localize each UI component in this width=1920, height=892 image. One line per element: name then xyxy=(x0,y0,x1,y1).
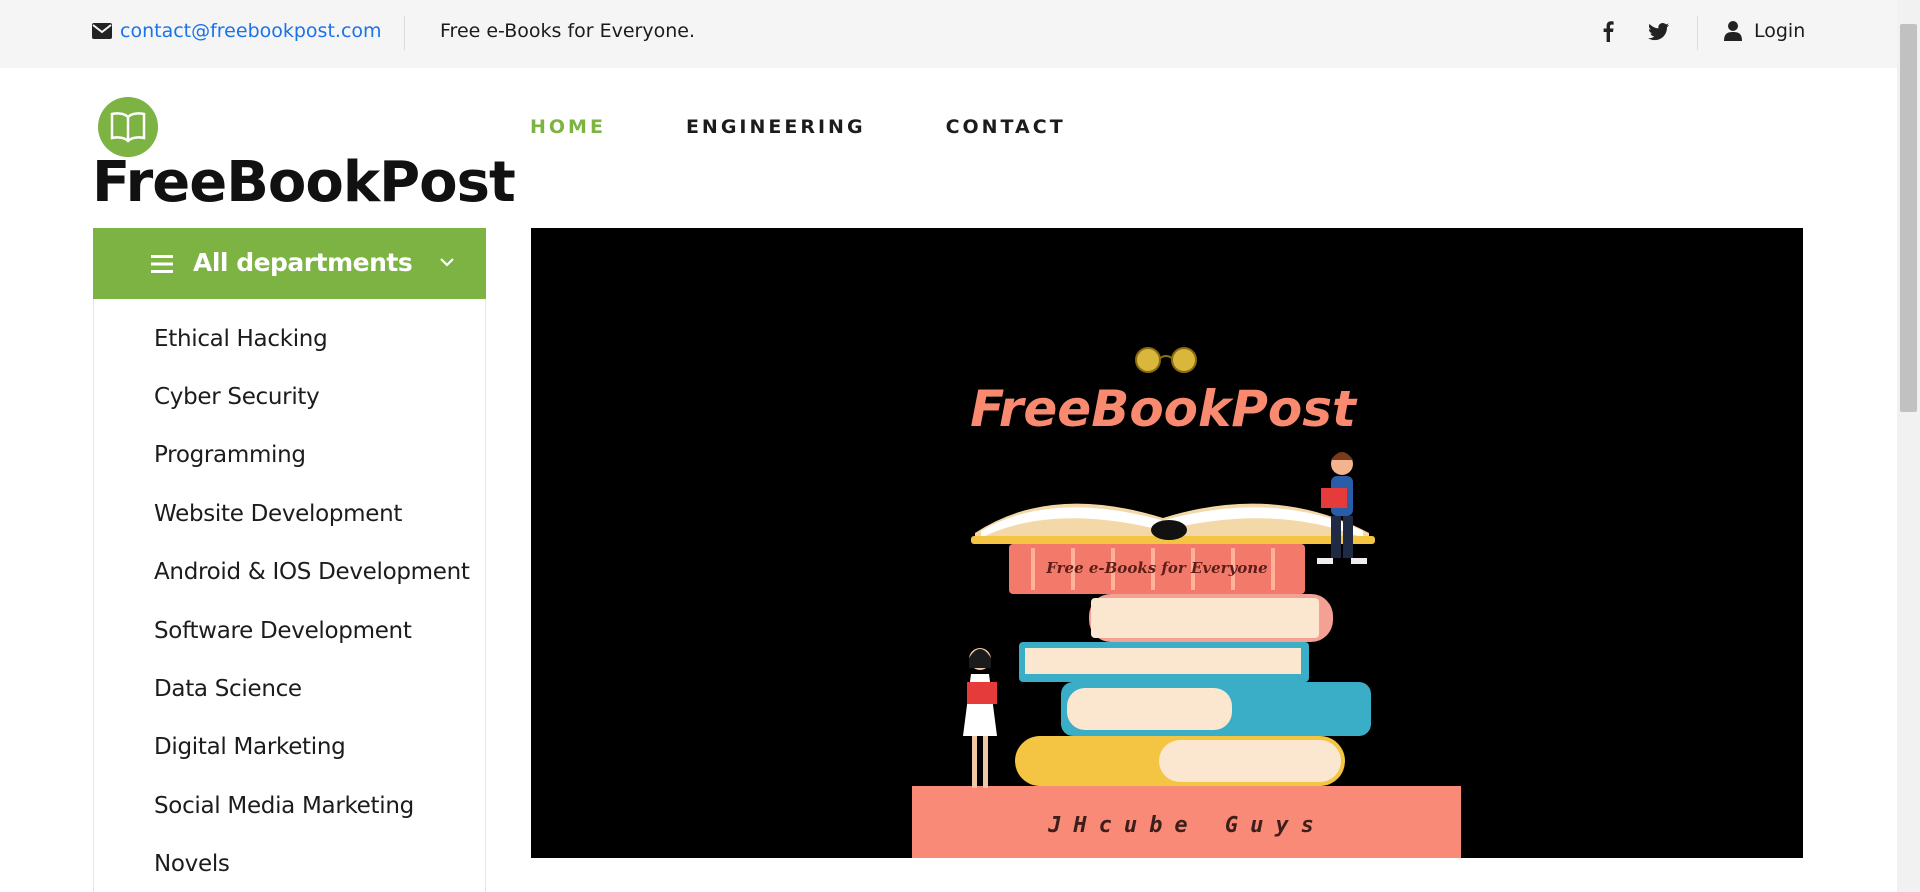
hero-base-text: JHcube Guys xyxy=(1047,813,1326,838)
hero-banner[interactable]: FreeBookPost Free e-Books for Everyone J xyxy=(531,228,1803,858)
department-item[interactable]: Cyber Security xyxy=(154,384,320,410)
chevron-down-icon xyxy=(440,258,454,267)
login-label: Login xyxy=(1754,20,1806,42)
departments-list: Ethical Hacking Cyber Security Programmi… xyxy=(93,299,486,892)
nav-contact[interactable]: CONTACT xyxy=(946,116,1066,138)
contact-email-group[interactable]: contact@freebookpost.com xyxy=(92,20,382,42)
departments-title: All departments xyxy=(193,248,413,277)
department-item[interactable]: Software Development xyxy=(154,618,412,644)
site-tagline: Free e-Books for Everyone. xyxy=(440,20,696,42)
hero-brand-text: FreeBookPost xyxy=(970,380,1358,438)
divider xyxy=(404,16,405,50)
user-icon xyxy=(1724,21,1742,41)
department-item[interactable]: Android & IOS Development xyxy=(154,559,470,585)
department-item[interactable]: Ethical Hacking xyxy=(154,326,328,352)
twitter-icon[interactable] xyxy=(1648,22,1670,42)
envelope-icon xyxy=(92,23,112,39)
site-logo-text[interactable]: FreeBookPost xyxy=(92,150,516,215)
hero-illustration: FreeBookPost Free e-Books for Everyone J xyxy=(912,347,1461,858)
divider xyxy=(1697,16,1698,50)
main-nav: HOME ENGINEERING CONTACT xyxy=(530,116,1146,138)
open-book-illustration xyxy=(971,503,1375,544)
nav-home[interactable]: HOME xyxy=(530,116,606,138)
department-item[interactable]: Website Development xyxy=(154,501,402,527)
department-item[interactable]: Social Media Marketing xyxy=(154,793,414,819)
department-item[interactable]: Novels xyxy=(154,851,230,877)
girl-reading-figure xyxy=(963,648,997,788)
book-stack-illustration: Free e-Books for Everyone xyxy=(1009,544,1371,786)
logo-badge[interactable] xyxy=(98,97,158,157)
hamburger-icon xyxy=(151,255,173,273)
contact-email-link[interactable]: contact@freebookpost.com xyxy=(120,20,382,42)
top-bar: contact@freebookpost.com Free e-Books fo… xyxy=(0,0,1897,68)
scrollbar-thumb[interactable] xyxy=(1900,24,1917,412)
book-label-text: Free e-Books for Everyone xyxy=(1045,559,1267,577)
all-departments-toggle[interactable]: All departments xyxy=(93,228,486,299)
department-item[interactable]: Programming xyxy=(154,442,306,468)
department-item[interactable]: Data Science xyxy=(154,676,302,702)
open-book-icon xyxy=(110,112,146,143)
login-link[interactable]: Login xyxy=(1724,20,1805,42)
glasses-icon xyxy=(1135,347,1197,373)
boy-reading-figure xyxy=(1317,452,1367,564)
facebook-icon[interactable] xyxy=(1598,20,1618,42)
department-item[interactable]: Digital Marketing xyxy=(154,734,346,760)
nav-engineering[interactable]: ENGINEERING xyxy=(686,116,866,138)
